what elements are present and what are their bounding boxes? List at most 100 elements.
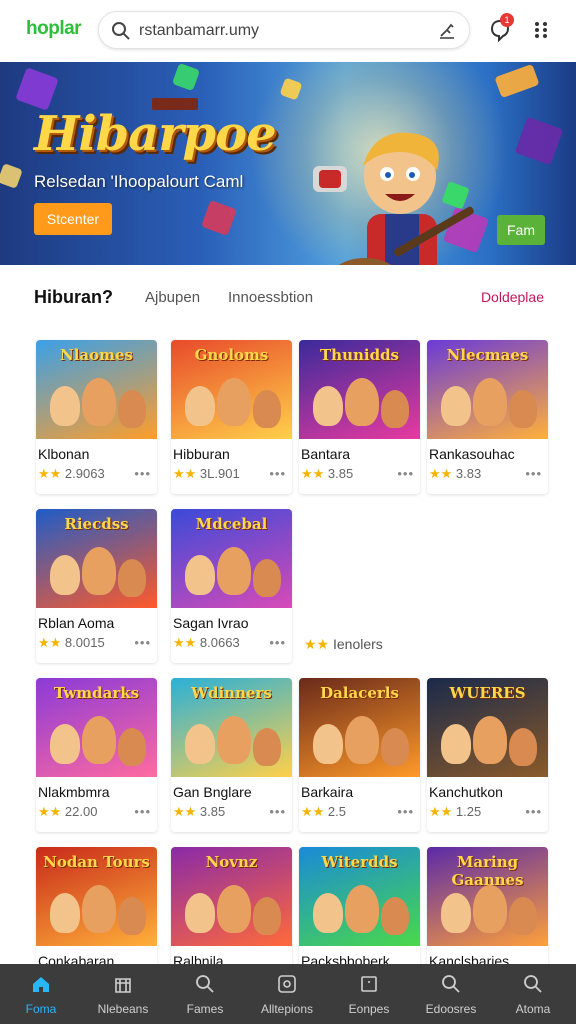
- tab-ajbupen[interactable]: Ajbupen: [145, 289, 200, 306]
- rating-value: 8.0015: [64, 635, 105, 650]
- decor-cube: [15, 67, 59, 111]
- tab-innoessbtion[interactable]: Innoessbtion: [228, 289, 313, 306]
- game-thumbnail[interactable]: Riecdss: [36, 509, 157, 608]
- category-tabs: Hiburan? Ajbupen Innoessbtion Doldeplae: [0, 265, 576, 331]
- game-thumbnail[interactable]: Thunidds: [299, 340, 420, 439]
- game-card[interactable]: Dalacerls Barkaira ★★ 2.5 •••: [299, 678, 420, 832]
- game-rating: ★★ 2.9063: [38, 466, 105, 482]
- hero-start-button[interactable]: Stcenter: [34, 203, 112, 235]
- hero-subtitle: Relsedan 'Ihoopalourt Caml: [34, 172, 244, 191]
- hero-character-illustration: [313, 132, 474, 265]
- thumbnail-title: Novnz: [205, 853, 258, 871]
- notification-badge: 1: [500, 13, 514, 27]
- game-rating: ★★ 3.83: [429, 466, 481, 482]
- game-thumbnail[interactable]: Wdinners: [171, 678, 292, 777]
- search-input[interactable]: rstanbamarr.umy: [139, 22, 259, 40]
- character-figure: [473, 885, 507, 933]
- bottom-navigation: Foma Nlebeans Fames Alltepions Eonpes Edoosre…: [0, 964, 576, 1024]
- game-thumbnail[interactable]: Witerdds: [299, 847, 420, 946]
- game-thumbnail[interactable]: Gnoloms: [171, 340, 292, 439]
- game-card[interactable]: Thunidds Bantara ★★ 3.85 •••: [299, 340, 420, 494]
- game-card[interactable]: Nlecmaes Rankasouhac ★★ 3.83 •••: [427, 340, 548, 494]
- nav-label: Nlebeans: [97, 1002, 149, 1016]
- see-all-link[interactable]: Doldeplae: [481, 289, 544, 305]
- decor-cube: [201, 200, 237, 236]
- character-figure: [253, 559, 281, 597]
- game-thumbnail[interactable]: Nlaomes: [36, 340, 157, 439]
- character-figure: [253, 390, 281, 428]
- character-figure: [441, 386, 471, 426]
- star-icon: ★★: [304, 636, 330, 652]
- more-options-icon[interactable]: •••: [269, 466, 286, 481]
- search-bar[interactable]: rstanbamarr.umy: [98, 11, 470, 49]
- star-icon: ★★: [429, 466, 456, 481]
- game-title: Sagan Ivrao: [173, 615, 249, 631]
- character-figure: [185, 724, 215, 764]
- rating-value: 2.5: [327, 804, 346, 819]
- star-icon: ★★: [429, 804, 456, 819]
- more-options-icon[interactable]: •••: [397, 804, 414, 819]
- more-options-icon[interactable]: •••: [269, 804, 286, 819]
- nav-item-foma[interactable]: Foma: [0, 964, 82, 1024]
- character-figure: [217, 378, 251, 426]
- character-figure: [82, 547, 116, 595]
- star-icon: ★★: [38, 466, 65, 481]
- square-icon: [361, 976, 377, 992]
- game-card[interactable]: Gnoloms Hibburan ★★ 3L.901 •••: [171, 340, 292, 494]
- game-thumbnail[interactable]: Maring Gaannes: [427, 847, 548, 946]
- app-logo[interactable]: hoplar: [26, 18, 82, 40]
- thumbnail-title: Riecdss: [64, 515, 129, 533]
- game-card[interactable]: Riecdss Rblan Aoma ★★ 8.0015 •••: [36, 509, 157, 663]
- game-card[interactable]: Mdcebal Sagan Ivrao ★★ 8.0663 •••: [171, 509, 292, 663]
- more-options-icon[interactable]: •••: [134, 804, 151, 819]
- game-thumbnail[interactable]: Nodan Tours: [36, 847, 157, 946]
- game-card[interactable]: WUERES Kanchutkon ★★ 1.25 •••: [427, 678, 548, 832]
- character-figure: [509, 897, 537, 935]
- nav-label: Fames: [186, 1002, 224, 1016]
- rating-value: 8.0663: [199, 635, 240, 650]
- character-figure: [118, 559, 146, 597]
- decor-cube: [514, 116, 564, 166]
- nav-item-edoosres[interactable]: Edoosres: [410, 964, 492, 1024]
- game-thumbnail[interactable]: Dalacerls: [299, 678, 420, 777]
- more-options-icon[interactable]: •••: [134, 635, 151, 650]
- game-title: Bantara: [301, 446, 351, 462]
- tab-hiburan[interactable]: Hiburan?: [34, 287, 113, 308]
- more-menu-icon[interactable]: [532, 18, 550, 42]
- thumbnail-title: Gnoloms: [194, 346, 269, 364]
- more-options-icon[interactable]: •••: [134, 466, 151, 481]
- hero-banner[interactable]: Hibarpoe Relsedan 'Ihoopalourt Caml Stce…: [0, 62, 576, 265]
- thumbnail-title: Wdinners: [191, 684, 272, 702]
- rating-value: 3.83: [455, 466, 482, 481]
- game-card[interactable]: Nlaomes Klbonan ★★ 2.9063 •••: [36, 340, 157, 494]
- thumbnail-title: Witerdds: [321, 853, 398, 871]
- more-options-icon[interactable]: •••: [397, 466, 414, 481]
- nav-item-fames[interactable]: Fames: [164, 964, 246, 1024]
- more-options-icon[interactable]: •••: [269, 635, 286, 650]
- hero-secondary-button[interactable]: Fam: [497, 215, 545, 245]
- nav-item-nlebeans[interactable]: Nlebeans: [82, 964, 164, 1024]
- game-thumbnail[interactable]: Nlecmaes: [427, 340, 548, 439]
- nav-item-alltepions[interactable]: Alltepions: [246, 964, 328, 1024]
- game-card[interactable]: Twmdarks Nlakmbmra ★★ 22.00 •••: [36, 678, 157, 832]
- nav-label: Atoma: [515, 1002, 551, 1016]
- nav-item-eonpes[interactable]: Eonpes: [328, 964, 410, 1024]
- character-figure: [217, 547, 251, 595]
- game-card[interactable]: Wdinners Gan Bnglare ★★ 3.85 •••: [171, 678, 292, 832]
- more-options-icon[interactable]: •••: [525, 804, 542, 819]
- more-options-icon[interactable]: •••: [525, 466, 542, 481]
- search-icon: [112, 22, 130, 40]
- decor-cube: [171, 62, 201, 92]
- star-icon: ★★: [173, 804, 200, 819]
- voice-search-icon[interactable]: [437, 21, 457, 41]
- game-rating: ★★ 3.85: [173, 804, 225, 820]
- character-figure: [82, 885, 116, 933]
- game-thumbnail[interactable]: Twmdarks: [36, 678, 157, 777]
- nav-item-atoma[interactable]: Atoma: [492, 964, 574, 1024]
- thumbnail-title: Twmdarks: [53, 684, 140, 702]
- character-figure: [50, 386, 80, 426]
- game-thumbnail[interactable]: Novnz: [171, 847, 292, 946]
- game-thumbnail[interactable]: Mdcebal: [171, 509, 292, 608]
- notifications-button[interactable]: 1: [488, 13, 514, 43]
- game-thumbnail[interactable]: WUERES: [427, 678, 548, 777]
